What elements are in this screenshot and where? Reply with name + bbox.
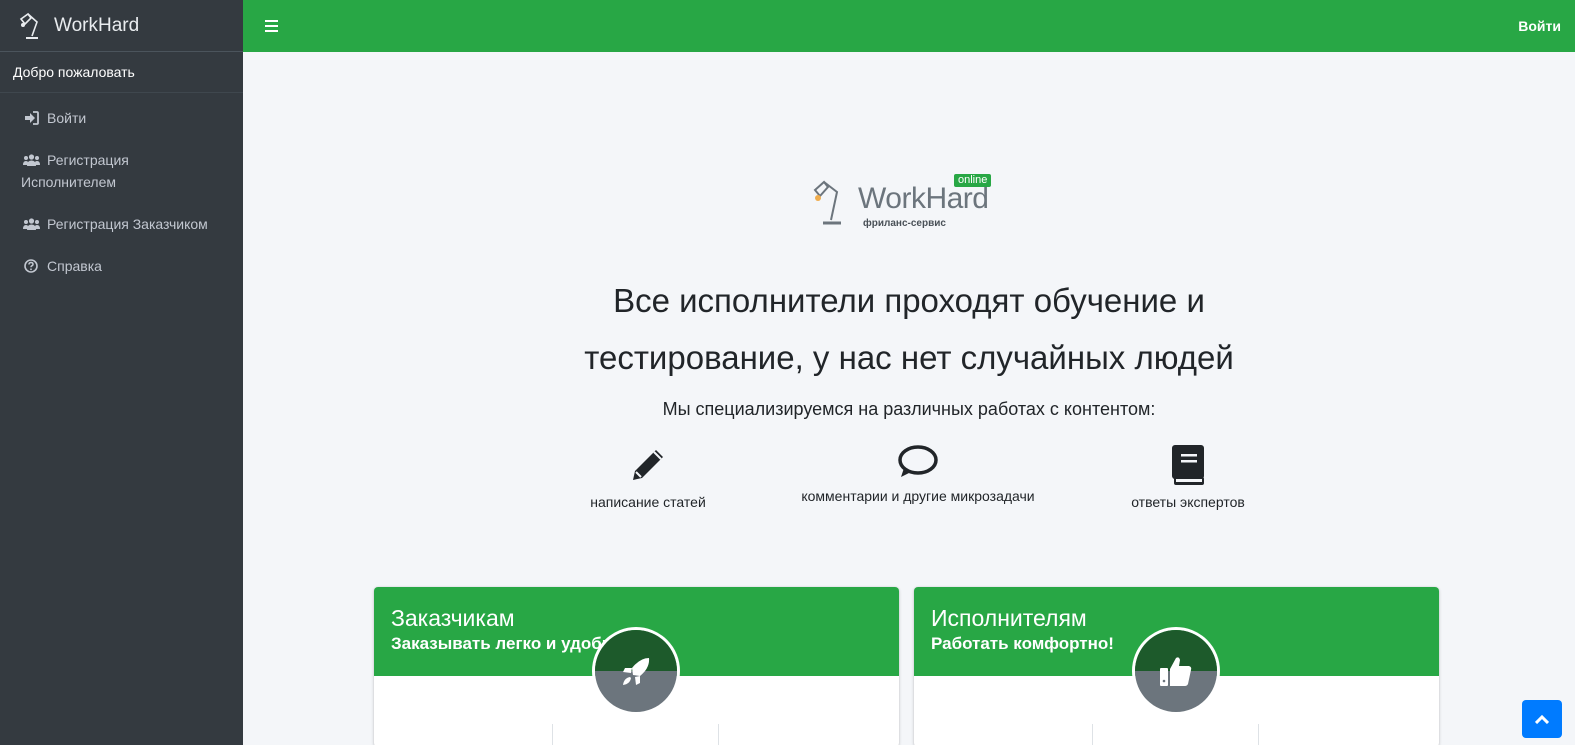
sidebar-item-label: Регистрация Исполнителем xyxy=(21,149,167,193)
users-icon xyxy=(22,213,40,235)
brand-link[interactable]: WorkHard xyxy=(0,0,243,52)
sidebar-item-register-executor[interactable]: Регистрация Исполнителем xyxy=(0,139,243,203)
thumbs-up-icon xyxy=(1160,657,1192,686)
feature-comments: комментарии и другие микрозадачи xyxy=(773,444,1063,504)
card-customers: Заказчикам Заказывать легко и удобно! xyxy=(374,587,899,745)
rocket-icon xyxy=(623,658,650,685)
workhard-logo: WorkHard online фриланс-сервис xyxy=(811,174,1001,229)
sidebar-welcome-header: Добро пожаловать xyxy=(0,52,243,93)
card-icon-circle xyxy=(592,627,680,715)
hero-headline: Все исполнители проходят обучение и тест… xyxy=(243,272,1575,386)
feature-articles: написание статей xyxy=(573,444,723,510)
card-executors: Исполнителям Работать комфортно! xyxy=(914,587,1439,745)
sidebar-item-help[interactable]: Справка xyxy=(0,245,243,287)
sidebar-item-label: Справка xyxy=(47,258,102,274)
sidebar-item-label-line1: Регистрация xyxy=(47,152,129,168)
column-divider xyxy=(1092,724,1093,745)
main-content: WorkHard online фриланс-сервис Все испол… xyxy=(243,52,1575,745)
sidebar-nav: Войти Регистрация Исполнителем Регистрац… xyxy=(0,93,243,287)
desk-lamp-logo-icon xyxy=(19,12,38,39)
column-divider xyxy=(718,724,719,745)
comment-icon xyxy=(898,445,938,477)
book-icon xyxy=(1172,445,1204,485)
scroll-to-top-button[interactable] xyxy=(1522,700,1562,738)
logo-tagline: фриланс-сервис xyxy=(863,218,946,229)
hamburger-icon[interactable] xyxy=(265,16,278,37)
hero-headline-line2: тестирование, у нас нет случайных людей xyxy=(584,339,1234,376)
brand-name: WorkHard xyxy=(54,14,140,36)
feature-label: написание статей xyxy=(590,494,706,510)
sidebar-item-register-customer[interactable]: Регистрация Заказчиком xyxy=(0,203,243,245)
hero-headline-line1: Все исполнители проходят обучение и xyxy=(613,282,1205,319)
navbar-login-link[interactable]: Войти xyxy=(1518,18,1561,34)
column-divider xyxy=(1258,724,1259,745)
sidebar-item-label: Войти xyxy=(47,110,87,126)
pencil-icon xyxy=(633,450,663,480)
users-icon xyxy=(22,149,40,171)
feature-label: ответы экспертов xyxy=(1131,494,1245,510)
feature-label: комментарии и другие микрозадачи xyxy=(801,488,1035,504)
chevron-up-icon xyxy=(1535,714,1549,724)
card-icon-circle xyxy=(1132,627,1220,715)
column-divider xyxy=(552,724,553,745)
feature-experts: ответы экспертов xyxy=(1113,444,1263,510)
sidebar-item-label-line2: Исполнителем xyxy=(21,174,116,190)
logo-online-badge: online xyxy=(954,174,992,187)
hero-subtitle: Мы специализируемся на различных работах… xyxy=(662,399,1156,419)
sidebar: WorkHard Добро пожаловать Войти Регистра… xyxy=(0,0,243,745)
desk-lamp-logo-icon xyxy=(813,180,841,225)
top-navbar: Войти xyxy=(243,0,1575,52)
logo-name: WorkHard xyxy=(858,182,989,215)
sidebar-item-label: Регистрация Заказчиком xyxy=(47,216,208,232)
sign-in-icon xyxy=(22,107,40,129)
question-circle-icon xyxy=(22,255,40,277)
sidebar-item-login[interactable]: Войти xyxy=(0,97,243,139)
